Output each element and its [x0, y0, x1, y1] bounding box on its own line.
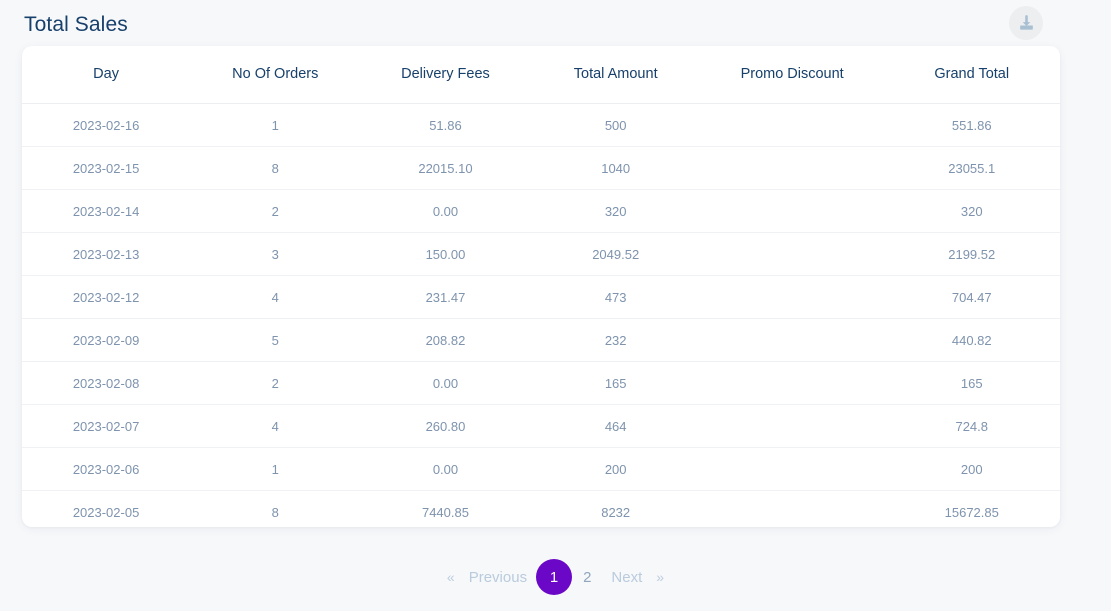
cell-promo-discount	[700, 275, 884, 319]
cell-grand-total: 200	[883, 447, 1060, 491]
pagination-page-2[interactable]: 2	[572, 559, 602, 595]
table-row[interactable]: 2023-02-08 2 0.00 165 165	[22, 361, 1060, 405]
cell-grand-total: 704.47	[883, 275, 1060, 319]
cell-delivery-fees: 208.82	[360, 318, 531, 362]
column-header-delivery-fees[interactable]: Delivery Fees	[360, 46, 531, 104]
cell-total-amount: 500	[530, 103, 701, 147]
total-sales-page: Total Sales Day No Of Orders Delivery Fe…	[0, 0, 1111, 611]
cell-delivery-fees: 51.86	[360, 103, 531, 147]
cell-grand-total: 724.8	[883, 404, 1060, 448]
cell-promo-discount	[700, 490, 884, 527]
pagination: « Previous 1 2 Next »	[0, 559, 1111, 595]
cell-orders: 1	[190, 447, 361, 491]
cell-grand-total: 23055.1	[883, 146, 1060, 190]
table-row[interactable]: 2023-02-13 3 150.00 2049.52 2199.52	[22, 232, 1060, 276]
cell-orders: 2	[190, 189, 361, 233]
cell-orders: 4	[190, 404, 361, 448]
pagination-last-chevron[interactable]: »	[651, 559, 669, 595]
cell-orders: 1	[190, 103, 361, 147]
cell-promo-discount	[700, 361, 884, 405]
cell-delivery-fees: 0.00	[360, 361, 531, 405]
cell-delivery-fees: 7440.85	[360, 490, 531, 527]
table-header-row: Day No Of Orders Delivery Fees Total Amo…	[22, 46, 1060, 104]
cell-total-amount: 8232	[530, 490, 701, 527]
cell-total-amount: 473	[530, 275, 701, 319]
cell-orders: 8	[190, 146, 361, 190]
cell-grand-total: 320	[883, 189, 1060, 233]
table-header: Day No Of Orders Delivery Fees Total Amo…	[22, 46, 1060, 104]
cell-delivery-fees: 22015.10	[360, 146, 531, 190]
sales-table-card: Day No Of Orders Delivery Fees Total Amo…	[22, 46, 1060, 527]
cell-orders: 8	[190, 490, 361, 527]
cell-promo-discount	[700, 232, 884, 276]
cell-delivery-fees: 0.00	[360, 189, 531, 233]
page-title: Total Sales	[24, 12, 128, 36]
column-header-no-of-orders[interactable]: No Of Orders	[190, 46, 361, 104]
cell-orders: 3	[190, 232, 361, 276]
cell-promo-discount	[700, 447, 884, 491]
column-header-grand-total[interactable]: Grand Total	[883, 46, 1060, 104]
cell-day: 2023-02-08	[22, 361, 191, 405]
cell-orders: 4	[190, 275, 361, 319]
cell-promo-discount	[700, 189, 884, 233]
column-header-total-amount[interactable]: Total Amount	[530, 46, 701, 104]
cell-total-amount: 200	[530, 447, 701, 491]
table-row[interactable]: 2023-02-09 5 208.82 232 440.82	[22, 318, 1060, 362]
cell-day: 2023-02-09	[22, 318, 191, 362]
cell-total-amount: 232	[530, 318, 701, 362]
table-body: 2023-02-16 1 51.86 500 551.86 2023-02-15…	[22, 103, 1060, 527]
cell-promo-discount	[700, 318, 884, 362]
cell-delivery-fees: 0.00	[360, 447, 531, 491]
cell-day: 2023-02-12	[22, 275, 191, 319]
cell-total-amount: 464	[530, 404, 701, 448]
download-button[interactable]	[1009, 6, 1043, 40]
cell-delivery-fees: 231.47	[360, 275, 531, 319]
column-header-day[interactable]: Day	[22, 46, 191, 104]
table-row[interactable]: 2023-02-07 4 260.80 464 724.8	[22, 404, 1060, 448]
cell-delivery-fees: 150.00	[360, 232, 531, 276]
cell-day: 2023-02-13	[22, 232, 191, 276]
cell-promo-discount	[700, 103, 884, 147]
table-row[interactable]: 2023-02-06 1 0.00 200 200	[22, 447, 1060, 491]
table-row[interactable]: 2023-02-12 4 231.47 473 704.47	[22, 275, 1060, 319]
cell-day: 2023-02-16	[22, 103, 191, 147]
page-header: Total Sales	[0, 0, 1111, 46]
cell-total-amount: 1040	[530, 146, 701, 190]
table-row[interactable]: 2023-02-05 8 7440.85 8232 15672.85	[22, 490, 1060, 527]
pagination-previous-button[interactable]: Previous	[460, 559, 536, 595]
cell-orders: 2	[190, 361, 361, 405]
cell-grand-total: 165	[883, 361, 1060, 405]
column-header-promo-discount[interactable]: Promo Discount	[700, 46, 884, 104]
cell-total-amount: 2049.52	[530, 232, 701, 276]
table-row[interactable]: 2023-02-15 8 22015.10 1040 23055.1	[22, 146, 1060, 190]
cell-day: 2023-02-15	[22, 146, 191, 190]
cell-total-amount: 165	[530, 361, 701, 405]
pagination-page-1[interactable]: 1	[536, 559, 573, 595]
cell-delivery-fees: 260.80	[360, 404, 531, 448]
table-row[interactable]: 2023-02-16 1 51.86 500 551.86	[22, 103, 1060, 147]
cell-total-amount: 320	[530, 189, 701, 233]
cell-orders: 5	[190, 318, 361, 362]
cell-grand-total: 440.82	[883, 318, 1060, 362]
cell-grand-total: 2199.52	[883, 232, 1060, 276]
cell-day: 2023-02-14	[22, 189, 191, 233]
cell-grand-total: 551.86	[883, 103, 1060, 147]
cell-day: 2023-02-07	[22, 404, 191, 448]
cell-promo-discount	[700, 146, 884, 190]
pagination-next-button[interactable]: Next	[602, 559, 651, 595]
cell-promo-discount	[700, 404, 884, 448]
sales-table: Day No Of Orders Delivery Fees Total Amo…	[22, 46, 1060, 527]
cell-day: 2023-02-06	[22, 447, 191, 491]
pagination-first-chevron[interactable]: «	[442, 559, 460, 595]
cell-day: 2023-02-05	[22, 490, 191, 527]
download-icon	[1017, 14, 1036, 33]
table-row[interactable]: 2023-02-14 2 0.00 320 320	[22, 189, 1060, 233]
cell-grand-total: 15672.85	[883, 490, 1060, 527]
